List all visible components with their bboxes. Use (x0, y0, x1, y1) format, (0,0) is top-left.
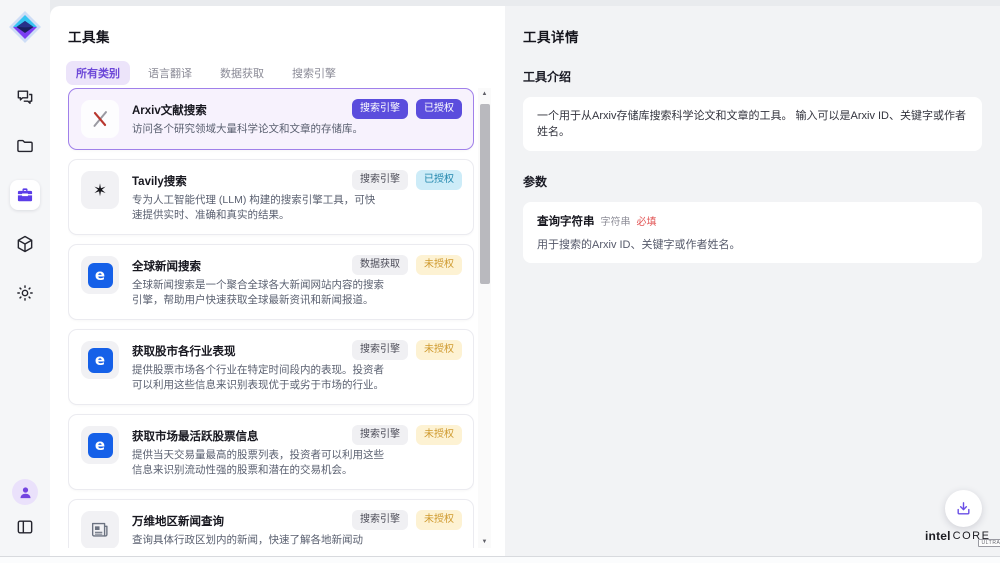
chat-icon (15, 87, 35, 107)
tool-card-1[interactable]: ✶ Tavily搜索 专为人工智能代理 (LLM) 构建的搜索引擎工具，可快速提… (68, 159, 474, 235)
ultra-badge: ULTRA (978, 539, 1000, 547)
auth-badge: 已授权 (416, 170, 462, 190)
panel-toggle-icon (15, 517, 35, 537)
tool-description: 专为人工智能代理 (LLM) 构建的搜索引擎工具，可快速提供实时、准确和真实的结… (132, 193, 384, 223)
bottom-strip (0, 556, 1000, 563)
detail-title: 工具详情 (523, 26, 982, 46)
tavily-star-icon: ✶ (81, 171, 119, 209)
tool-card-5[interactable]: 万维地区新闻查询 查询具体行政区划内的新闻，快速了解各地新闻动 搜索引擎 未授权 (68, 499, 474, 548)
global-e-logo-icon: e (81, 426, 119, 464)
tool-description: 提供当天交易量最高的股票列表，投资者可以利用这些信息来识别流动性强的股票和潜在的… (132, 448, 384, 478)
auth-badge: 已授权 (416, 99, 462, 119)
category-badge: 搜索引擎 (352, 510, 408, 530)
tool-card-3[interactable]: e 获取股市各行业表现 提供股票市场各个行业在特定时间段内的表现。投资者可以利用… (68, 329, 474, 405)
category-tab-2[interactable]: 数据获取 (210, 61, 274, 85)
tool-card-0[interactable]: Arxiv文献搜索 访问各个研究领域大量科学论文和文章的存储库。 搜索引擎 已授… (68, 88, 474, 150)
tool-description: 访问各个研究领域大量科学论文和文章的存储库。 (132, 122, 384, 137)
auth-badge: 未授权 (416, 340, 462, 360)
scrollbar[interactable]: ▲ ▼ (478, 88, 491, 548)
tool-title: 万维地区新闻查询 (132, 513, 384, 529)
intel-core-logo: intel CORE ULTRA (925, 529, 1000, 547)
download-icon (955, 500, 972, 517)
sidebar-item-tools[interactable] (10, 180, 40, 210)
category-tabs: 所有类别语言翻译数据获取搜索引擎 (66, 61, 505, 85)
gear-icon (15, 283, 35, 303)
param-box: 查询字符串 字符串 必填 用于搜索的Arxiv ID、关键字或作者姓名。 (523, 202, 982, 263)
param-description: 用于搜索的Arxiv ID、关键字或作者姓名。 (537, 236, 968, 252)
global-e-logo-icon: e (81, 256, 119, 294)
user-avatar[interactable] (12, 479, 38, 505)
tool-card-4[interactable]: e 获取市场最活跃股票信息 提供当天交易量最高的股票列表，投资者可以利用这些信息… (68, 414, 474, 490)
auth-badge: 未授权 (416, 510, 462, 530)
panel-toggle-button[interactable] (10, 512, 40, 542)
tool-title: 获取市场最活跃股票信息 (132, 428, 384, 444)
tool-detail-panel: 工具详情 工具介绍 一个用于从Arxiv存储库搜索科学论文和文章的工具。 输入可… (505, 6, 1000, 556)
sidebar-nav (0, 82, 50, 308)
category-badge: 搜索引擎 (352, 170, 408, 190)
sidebar-item-files[interactable] (10, 131, 40, 161)
param-header: 查询字符串 字符串 必填 (537, 213, 968, 229)
params-heading: 参数 (523, 173, 982, 190)
arxiv-logo-icon (81, 100, 119, 138)
param-type: 字符串 (601, 213, 631, 228)
page-title: 工具集 (68, 26, 505, 46)
tool-description: 查询具体行政区划内的新闻，快速了解各地新闻动 (132, 533, 384, 548)
category-tab-0[interactable]: 所有类别 (66, 61, 130, 85)
auth-badge: 未授权 (416, 425, 462, 445)
tool-title: 全球新闻搜索 (132, 258, 384, 274)
scrollbar-thumb[interactable] (480, 104, 490, 284)
tool-card-2[interactable]: e 全球新闻搜索 全球新闻搜索是一个聚合全球各大新闻网站内容的搜索引擎，帮助用户… (68, 244, 474, 320)
tool-list-panel: 工具集 所有类别语言翻译数据获取搜索引擎 Arxiv文献搜索 访问各个研究领域大… (50, 6, 505, 556)
auth-badge: 未授权 (416, 255, 462, 275)
tool-title: Arxiv文献搜索 (132, 102, 384, 118)
param-name: 查询字符串 (537, 213, 595, 229)
cube-icon (15, 234, 35, 254)
intel-wordmark: intel (925, 529, 951, 543)
app-logo-icon (8, 10, 42, 44)
sidebar-item-settings[interactable] (10, 278, 40, 308)
newspaper-icon (81, 511, 119, 548)
intro-box: 一个用于从Arxiv存储库搜索科学论文和文章的工具。 输入可以是Arxiv ID… (523, 97, 982, 151)
sidebar-item-chat[interactable] (10, 82, 40, 112)
intro-heading: 工具介绍 (523, 68, 982, 85)
download-button[interactable] (945, 490, 982, 527)
tool-title: 获取股市各行业表现 (132, 343, 384, 359)
intro-text: 一个用于从Arxiv存储库搜索科学论文和文章的工具。 输入可以是Arxiv ID… (537, 108, 968, 140)
tool-title: Tavily搜索 (132, 173, 384, 189)
category-badge: 搜索引擎 (352, 340, 408, 360)
category-badge: 搜索引擎 (352, 425, 408, 445)
scroll-down-arrow-icon[interactable]: ▼ (478, 536, 491, 548)
folder-icon (15, 136, 35, 156)
sidebar-bottom (0, 479, 50, 542)
category-tab-3[interactable]: 搜索引擎 (282, 61, 346, 85)
tool-cards-list: Arxiv文献搜索 访问各个研究领域大量科学论文和文章的存储库。 搜索引擎 已授… (68, 88, 474, 548)
param-required-flag: 必填 (637, 213, 657, 228)
sidebar (0, 0, 50, 556)
sidebar-item-packages[interactable] (10, 229, 40, 259)
user-avatar-icon (18, 485, 33, 500)
toolbox-icon (15, 185, 35, 205)
category-badge: 数据获取 (352, 255, 408, 275)
category-tab-1[interactable]: 语言翻译 (138, 61, 202, 85)
tool-description: 全球新闻搜索是一个聚合全球各大新闻网站内容的搜索引擎，帮助用户快速获取全球最新资… (132, 278, 384, 308)
app-window: 工具集 所有类别语言翻译数据获取搜索引擎 Arxiv文献搜索 访问各个研究领域大… (0, 0, 1000, 563)
scroll-up-arrow-icon[interactable]: ▲ (478, 88, 491, 100)
tool-description: 提供股票市场各个行业在特定时间段内的表现。投资者可以利用这些信息来识别表现优于或… (132, 363, 384, 393)
category-badge: 搜索引擎 (352, 99, 408, 119)
global-e-logo-icon: e (81, 341, 119, 379)
